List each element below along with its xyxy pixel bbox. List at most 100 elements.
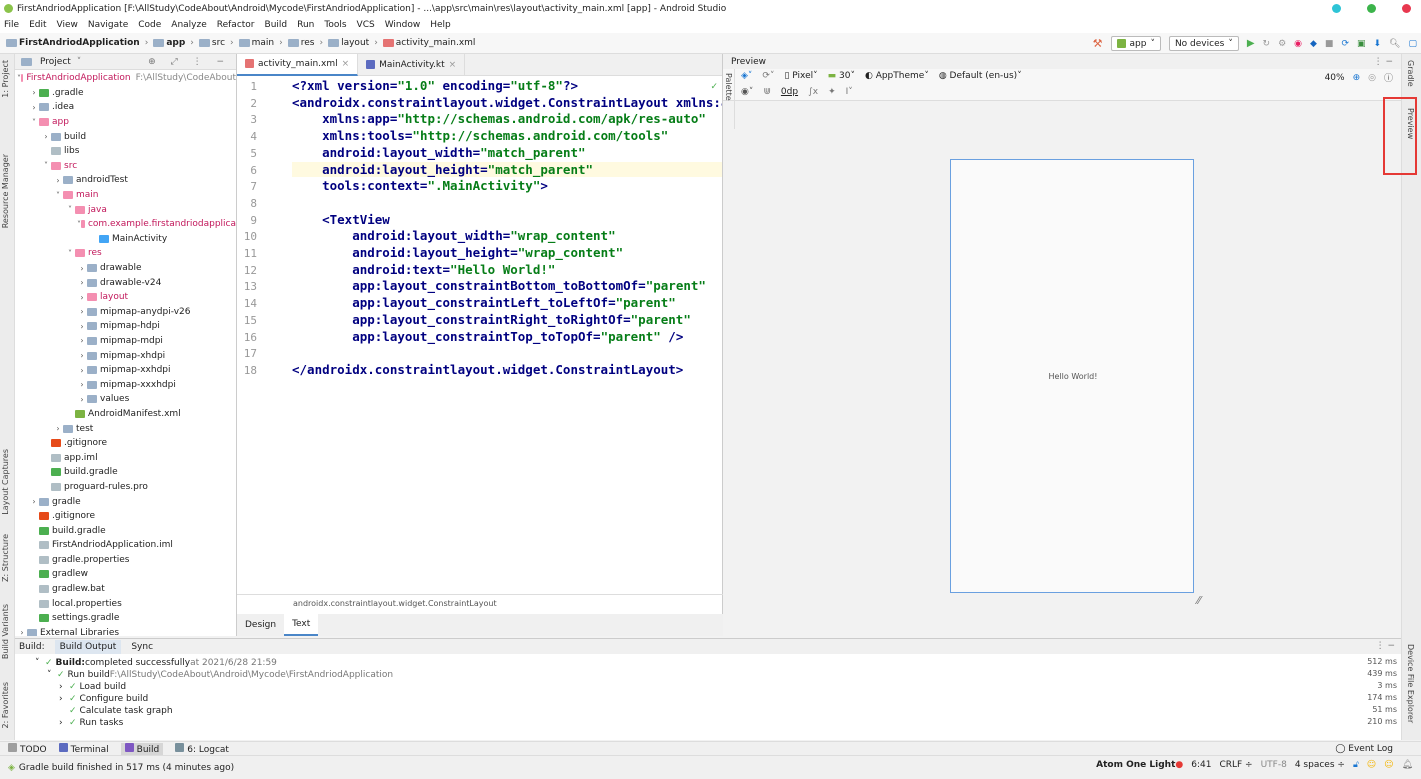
chevron-icon[interactable]: › bbox=[77, 278, 87, 287]
account-icon[interactable]: ▢ bbox=[1408, 39, 1417, 49]
menu-item-vcs[interactable]: VCS bbox=[357, 20, 375, 30]
xml-breadcrumb[interactable]: androidx.constraintlayout.widget.Constra… bbox=[237, 594, 723, 612]
code-line[interactable]: tools:context=".MainActivity"> bbox=[292, 178, 548, 193]
build-tab[interactable]: Sync bbox=[131, 642, 153, 652]
editor-tab[interactable]: MainActivity.kt × bbox=[358, 53, 466, 76]
locale-select[interactable]: ◍ Default (en-us)˅ bbox=[939, 71, 1022, 81]
tree-item[interactable]: › mipmap-xhdpi bbox=[15, 348, 236, 363]
chevron-icon[interactable]: ˅ bbox=[65, 205, 75, 214]
tree-item[interactable]: .gitignore bbox=[15, 509, 236, 524]
breadcrumb-item[interactable]: layout bbox=[328, 38, 369, 48]
theme-indicator[interactable]: Atom One Light● bbox=[1096, 760, 1183, 770]
bottom-tab[interactable]: TODO bbox=[8, 742, 47, 755]
resize-handle-icon[interactable]: ⁄⁄ bbox=[1197, 594, 1201, 607]
theme-select[interactable]: ◐ AppTheme˅ bbox=[865, 71, 929, 81]
build-line[interactable]: › ✓ Load build bbox=[59, 681, 126, 693]
bottom-tab[interactable]: Terminal bbox=[58, 742, 109, 755]
chevron-icon[interactable]: › bbox=[77, 293, 87, 302]
debug-icon[interactable]: ⚙ bbox=[1278, 39, 1286, 49]
indent-setting[interactable]: 4 spaces ÷ bbox=[1295, 760, 1345, 770]
chevron-icon[interactable]: › bbox=[77, 366, 87, 375]
tree-item[interactable]: .gitignore bbox=[15, 436, 236, 451]
tree-item[interactable]: app.iml bbox=[15, 450, 236, 465]
build-line[interactable]: ˅ ✓ Build: completed successfully at 2021/… bbox=[35, 657, 277, 669]
breadcrumb-item[interactable]: res bbox=[287, 38, 314, 48]
api-select[interactable]: ▬ 30˅ bbox=[828, 71, 855, 81]
code-line[interactable]: android:layout_width="wrap_content" bbox=[292, 228, 615, 243]
layout-captures-tool-button[interactable]: Layout Captures bbox=[1, 449, 10, 515]
close-button[interactable] bbox=[1402, 4, 1411, 13]
status-message[interactable]: Gradle build finished in 517 ms (4 minut… bbox=[19, 763, 234, 773]
guidelines-icon[interactable]: I˅ bbox=[846, 87, 853, 97]
tree-item[interactable]: proguard-rules.pro bbox=[15, 480, 236, 495]
file-encoding[interactable]: UTF-8 bbox=[1261, 760, 1287, 770]
mode-tab-text[interactable]: Text bbox=[284, 614, 319, 636]
chevron-icon[interactable]: › bbox=[53, 176, 63, 185]
tree-item[interactable]: › gradle bbox=[15, 494, 236, 509]
chevron-icon[interactable]: › bbox=[29, 88, 39, 97]
tree-item[interactable]: gradlew.bat bbox=[15, 582, 236, 597]
tree-item[interactable]: ˅ src bbox=[15, 159, 236, 174]
menu-item-help[interactable]: Help bbox=[430, 20, 451, 30]
menu-item-analyze[interactable]: Analyze bbox=[171, 20, 206, 30]
tree-item[interactable]: › mipmap-anydpi-v26 bbox=[15, 305, 236, 320]
tree-item[interactable]: build.gradle bbox=[15, 465, 236, 480]
chevron-icon[interactable]: ˅ bbox=[53, 191, 63, 200]
menu-item-build[interactable]: Build bbox=[265, 20, 288, 30]
chevron-icon[interactable]: ˅ bbox=[35, 658, 45, 668]
hello-world-text[interactable]: Hello World! bbox=[951, 372, 1195, 381]
code-line[interactable]: <?xml version="1.0" encoding="utf-8"?> bbox=[292, 78, 578, 93]
tree-item[interactable]: › mipmap-xxxhdpi bbox=[15, 377, 236, 392]
menu-item-code[interactable]: Code bbox=[138, 20, 161, 30]
code-line[interactable]: android:layout_width="match_parent" bbox=[292, 145, 585, 160]
device-select[interactable]: No devices ˅ bbox=[1168, 36, 1239, 51]
tree-item[interactable]: AndroidManifest.xml bbox=[15, 407, 236, 422]
code-line[interactable]: app:layout_constraintLeft_toLeftOf="pare… bbox=[292, 295, 676, 310]
sdk-manager-icon[interactable]: ⬇ bbox=[1374, 39, 1382, 49]
search-icon[interactable]: 🔍︎ bbox=[1389, 39, 1400, 49]
code-line[interactable]: xmlns:tools="http://schemas.android.com/… bbox=[292, 128, 668, 143]
chevron-icon[interactable]: › bbox=[77, 322, 87, 331]
code-line[interactable]: app:layout_constraintBottom_toBottomOf="… bbox=[292, 278, 706, 293]
breadcrumb-item[interactable]: src bbox=[198, 38, 225, 48]
sync-gradle-icon[interactable]: ⟳ bbox=[1341, 39, 1349, 49]
menu-item-window[interactable]: Window bbox=[385, 20, 421, 30]
line-separator[interactable]: CRLF ÷ bbox=[1219, 760, 1252, 770]
chevron-icon[interactable]: › bbox=[77, 336, 87, 345]
code-line[interactable]: <TextView bbox=[292, 212, 390, 227]
avd-manager-icon[interactable]: ▣ bbox=[1357, 39, 1366, 49]
attach-debugger-icon[interactable]: ◆ bbox=[1310, 39, 1317, 49]
build-line[interactable]: › ✓ Configure build bbox=[59, 693, 148, 705]
event-log-button[interactable]: ◯ Event Log bbox=[1335, 744, 1393, 754]
hector-icon[interactable]: ☺ bbox=[1384, 760, 1393, 770]
menu-item-refactor[interactable]: Refactor bbox=[217, 20, 255, 30]
chevron-icon[interactable]: › bbox=[77, 395, 87, 404]
chevron-icon[interactable]: › bbox=[29, 103, 39, 112]
tree-item[interactable]: ˅ java bbox=[15, 202, 236, 217]
tree-item[interactable]: MainActivity bbox=[15, 232, 236, 247]
tree-item[interactable]: › .idea bbox=[15, 100, 236, 115]
stop-icon[interactable]: ■ bbox=[1325, 39, 1334, 49]
clear-constraints-icon[interactable]: ∫x bbox=[808, 87, 818, 97]
chevron-icon[interactable]: ˅ bbox=[65, 249, 75, 258]
chevron-icon[interactable]: ˅ bbox=[41, 161, 51, 170]
chevron-icon[interactable]: › bbox=[59, 718, 69, 728]
menu-item-navigate[interactable]: Navigate bbox=[88, 20, 128, 30]
code-line[interactable]: </androidx.constraintlayout.widget.Const… bbox=[292, 362, 683, 377]
gradle-tool-button[interactable]: Gradle bbox=[1406, 60, 1415, 87]
apply-changes-icon[interactable]: ↻ bbox=[1263, 39, 1271, 49]
tree-item[interactable]: gradle.properties bbox=[15, 553, 236, 568]
favorites-tool-button[interactable]: 2: Favorites bbox=[1, 682, 10, 728]
tree-item[interactable]: › mipmap-hdpi bbox=[15, 319, 236, 334]
orientation-icon[interactable]: ⟳˅ bbox=[762, 71, 774, 81]
palette-strip[interactable]: Palette bbox=[723, 69, 735, 129]
tree-item[interactable]: › drawable bbox=[15, 261, 236, 276]
zoom-in-icon[interactable]: ⊕ bbox=[1353, 73, 1361, 83]
cursor-position[interactable]: 6:41 bbox=[1191, 760, 1211, 770]
menu-item-run[interactable]: Run bbox=[297, 20, 314, 30]
code-line[interactable]: <androidx.constraintlayout.widget.Constr… bbox=[292, 95, 722, 110]
eye-icon[interactable]: ◉˅ bbox=[741, 87, 753, 97]
tree-item[interactable]: › values bbox=[15, 392, 236, 407]
chevron-icon[interactable]: › bbox=[29, 497, 39, 506]
code-line[interactable]: xmlns:app="http://schemas.android.com/ap… bbox=[292, 111, 706, 126]
